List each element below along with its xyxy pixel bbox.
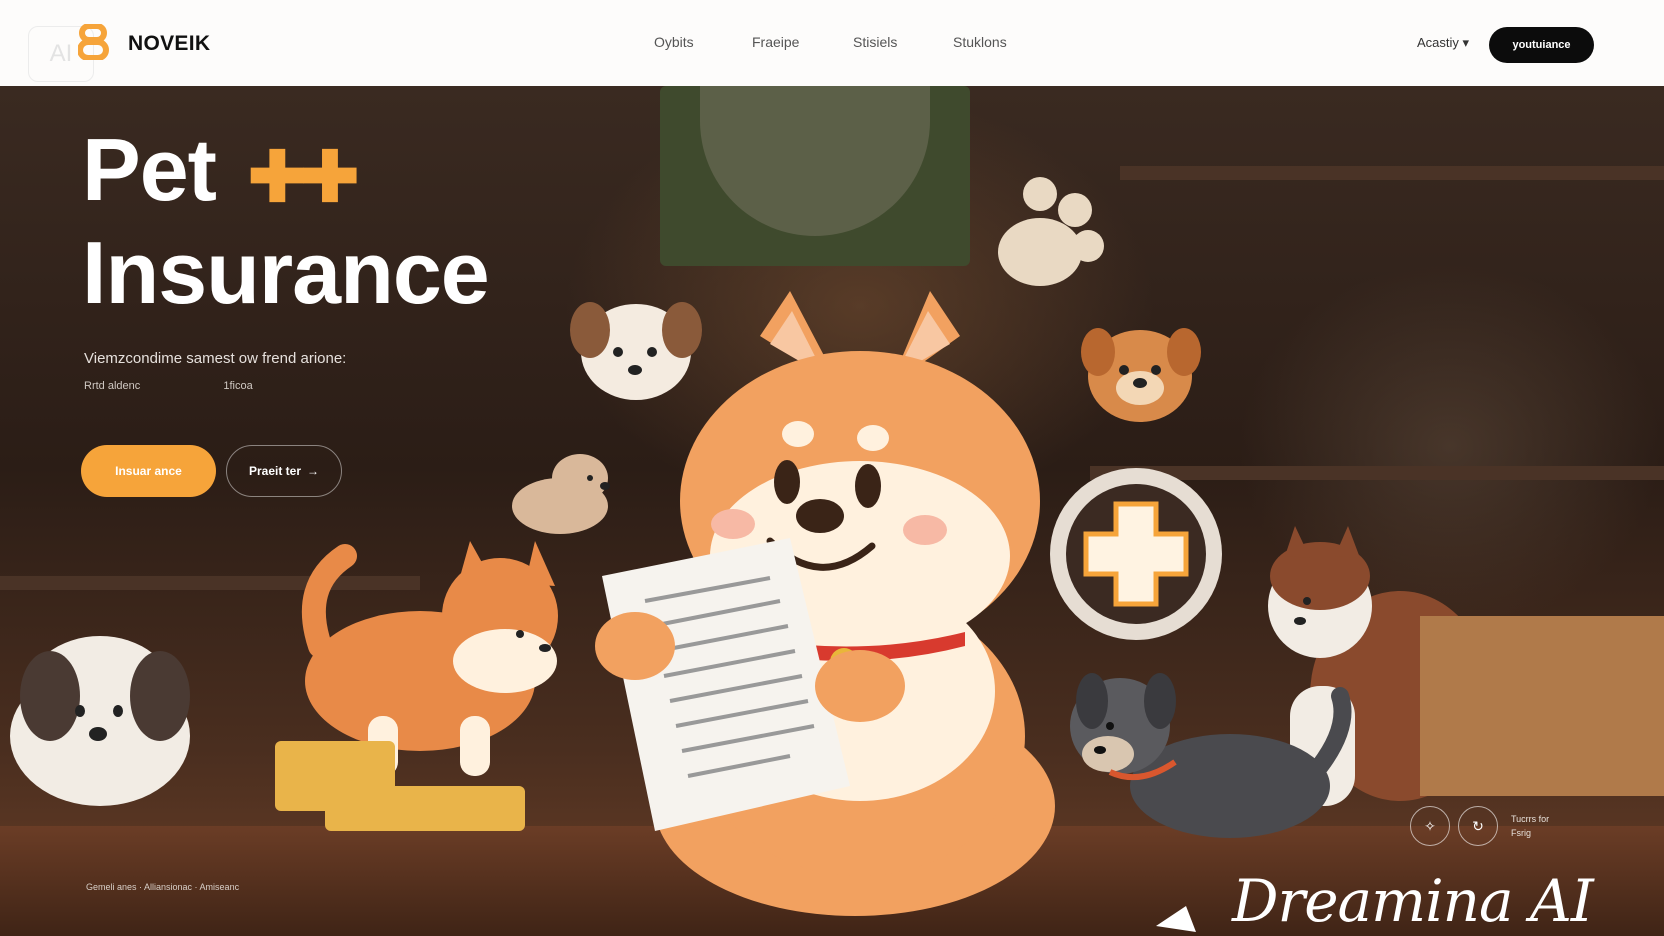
brand-name[interactable]: NOVEIK	[128, 32, 210, 56]
black-white-puppy-illustration	[10, 636, 190, 806]
hero-section: Pet ✚✚ Insurance Viemzcondime samest ow f…	[0, 86, 1664, 936]
hero-meta-right: 1ficoa	[223, 380, 253, 392]
floating-puppy-head-icon	[1081, 328, 1201, 422]
watermark-text: Dreamina AI	[1232, 867, 1594, 935]
plus-symbol-icon: ✚✚	[247, 137, 359, 216]
shiba-paw	[815, 650, 905, 722]
nav-item-4[interactable]: Stuklons	[953, 34, 1007, 50]
hero-meta: Rrtd aldenc 1ficoa	[84, 380, 253, 392]
hero-title: Pet ✚✚ Insurance	[82, 120, 490, 322]
orange-dog-illustration	[301, 541, 558, 776]
corner-note: Tucrrs for Fsrig	[1511, 812, 1549, 840]
brand-logo-icon[interactable]	[78, 24, 112, 60]
cardboard-box	[1420, 616, 1664, 796]
nav-item-3[interactable]: Stisiels	[853, 34, 953, 50]
dreamina-watermark: Dreamina AI	[1146, 866, 1594, 936]
main-nav: Oybits Fraeipe Stisiels Stuklons	[654, 34, 1007, 50]
hero-meta-left: Rrtd aldenc	[84, 380, 141, 392]
secondary-cta-button[interactable]: Praeit ter →	[226, 445, 342, 497]
hero-title-line1: Pet	[82, 120, 217, 219]
insurance-cta-button[interactable]: Insuar ance	[81, 445, 216, 497]
floating-puppy-head-icon	[570, 302, 702, 400]
corner-note-line1: Tucrrs for	[1511, 814, 1550, 824]
dreamina-logo-icon	[1156, 886, 1216, 932]
header-cta-button[interactable]: youtuiance	[1489, 27, 1594, 63]
refresh-icon[interactable]: ↻	[1458, 806, 1498, 846]
paw-print-icon	[998, 177, 1104, 286]
hero-title-line2: Insurance	[82, 222, 490, 322]
nav-item-2[interactable]: Fraeipe	[752, 34, 853, 50]
toy-block	[325, 786, 525, 831]
corner-icons: ✧ ↻	[1410, 806, 1498, 846]
secondary-cta-label: Praeit ter	[248, 464, 302, 478]
floating-puppy-icon	[512, 454, 610, 534]
hero-footer-text: Gemeli anes · Alliansionac · Amiseanc	[86, 882, 240, 892]
account-dropdown[interactable]: Acastiy ▾	[1417, 35, 1469, 51]
sparkle-icon[interactable]: ✧	[1410, 806, 1450, 846]
shiba-paw	[595, 612, 675, 680]
top-navigation-bar: AI NOVEIK Oybits Fraeipe Stisiels Stuklo…	[0, 0, 1664, 86]
arrow-right-icon: →	[307, 464, 320, 478]
nav-item-1[interactable]: Oybits	[654, 34, 752, 50]
hero-subtitle: Viemzcondime samest ow frend arione:	[84, 350, 347, 367]
corner-note-line2: Fsrig	[1511, 828, 1531, 838]
medical-cross-badge-icon	[1050, 468, 1222, 640]
